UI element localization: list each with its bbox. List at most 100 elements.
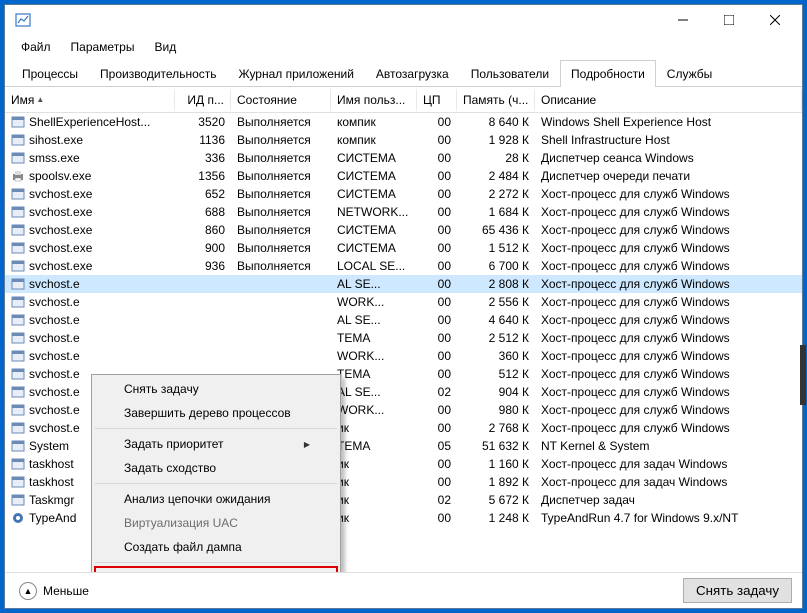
process-desc: Хост-процесс для служб Windows: [535, 186, 802, 202]
process-name: smss.exe: [29, 151, 80, 165]
process-cpu: 00: [417, 258, 457, 274]
process-mem: 65 436 К: [457, 222, 535, 238]
process-name: System: [29, 439, 69, 453]
table-row[interactable]: spoolsv.exe1356ВыполняетсяСИСТЕМА002 484…: [5, 167, 802, 185]
process-user: WORK...: [331, 402, 417, 418]
process-name: svchost.exe: [29, 205, 92, 219]
tab-startup[interactable]: Автозагрузка: [365, 60, 460, 87]
process-mem: 4 640 К: [457, 312, 535, 328]
process-icon: [11, 331, 25, 345]
table-row[interactable]: svchost.exe652ВыполняетсяСИСТЕМА002 272 …: [5, 185, 802, 203]
menu-file[interactable]: Файл: [13, 37, 59, 57]
maximize-button[interactable]: [706, 5, 752, 35]
process-desc: Хост-процесс для служб Windows: [535, 402, 802, 418]
cm-create-dump[interactable]: Создать файл дампа: [94, 535, 338, 559]
process-icon: [11, 223, 25, 237]
process-state: Выполняется: [231, 150, 331, 166]
process-icon: [11, 475, 25, 489]
process-pid: 1356: [175, 168, 231, 184]
process-desc: Windows Shell Experience Host: [535, 114, 802, 130]
menu-options[interactable]: Параметры: [63, 37, 143, 57]
process-desc: Shell Infrastructure Host: [535, 132, 802, 148]
task-manager-window: Файл Параметры Вид Процессы Производител…: [4, 4, 803, 609]
cm-end-task[interactable]: Снять задачу: [94, 377, 338, 401]
process-mem: 2 272 К: [457, 186, 535, 202]
table-row[interactable]: svchost.exe860ВыполняетсяСИСТЕМА0065 436…: [5, 221, 802, 239]
process-cpu: 00: [417, 276, 457, 292]
tab-app-history[interactable]: Журнал приложений: [228, 60, 365, 87]
col-cpu[interactable]: ЦП: [417, 89, 457, 111]
process-icon: [11, 439, 25, 453]
col-name[interactable]: Имя▲: [5, 89, 175, 111]
col-mem[interactable]: Память (ч...: [457, 89, 535, 111]
process-user: AL SE...: [331, 276, 417, 292]
end-task-button[interactable]: Снять задачу: [683, 578, 792, 603]
process-user: NETWORK...: [331, 204, 417, 220]
table-row[interactable]: sihost.exe1136Выполняетсякомпик001 928 К…: [5, 131, 802, 149]
process-cpu: 00: [417, 204, 457, 220]
process-user: WORK...: [331, 294, 417, 310]
process-user: СИСТЕМА: [331, 240, 417, 256]
tab-details[interactable]: Подробности: [560, 60, 656, 87]
fewer-details-button[interactable]: ▲ Меньше: [15, 578, 93, 604]
col-pid[interactable]: ИД п...: [175, 89, 231, 111]
table-row[interactable]: svchost.eWORK...002 556 КХост-процесс дл…: [5, 293, 802, 311]
table-row[interactable]: svchost.exe936ВыполняетсяLOCAL SE...006 …: [5, 257, 802, 275]
process-user: AL SE...: [331, 312, 417, 328]
table-row[interactable]: svchost.exe688ВыполняетсяNETWORK...001 6…: [5, 203, 802, 221]
table-row[interactable]: svchost.eWORK...00360 КХост-процесс для …: [5, 347, 802, 365]
process-state: [231, 319, 331, 321]
process-mem: 51 632 К: [457, 438, 535, 454]
process-pid: 936: [175, 258, 231, 274]
cm-analyze-wait[interactable]: Анализ цепочки ожидания: [94, 487, 338, 511]
process-desc: Диспетчер сеанса Windows: [535, 150, 802, 166]
table-row[interactable]: svchost.exe900ВыполняетсяСИСТЕМА001 512 …: [5, 239, 802, 257]
process-pid: 3520: [175, 114, 231, 130]
process-name: svchost.e: [29, 385, 80, 399]
minimize-button[interactable]: [660, 5, 706, 35]
tab-services[interactable]: Службы: [656, 60, 723, 87]
process-desc: Хост-процесс для служб Windows: [535, 366, 802, 382]
process-name: svchost.exe: [29, 187, 92, 201]
tab-users[interactable]: Пользователи: [460, 60, 560, 87]
cm-end-tree[interactable]: Завершить дерево процессов: [94, 401, 338, 425]
process-pid: 900: [175, 240, 231, 256]
col-desc[interactable]: Описание: [535, 89, 802, 111]
footer: ▲ Меньше Снять задачу: [5, 572, 802, 608]
process-name: svchost.e: [29, 367, 80, 381]
process-cpu: 00: [417, 132, 457, 148]
menu-view[interactable]: Вид: [146, 37, 184, 57]
process-desc: Хост-процесс для служб Windows: [535, 258, 802, 274]
process-pid: [175, 355, 231, 357]
process-name: ShellExperienceHost...: [29, 115, 150, 129]
col-state[interactable]: Состояние: [231, 89, 331, 111]
process-desc: Хост-процесс для задач Windows: [535, 474, 802, 490]
process-cpu: 00: [417, 330, 457, 346]
table-row[interactable]: svchost.eAL SE...004 640 КХост-процесс д…: [5, 311, 802, 329]
tab-processes[interactable]: Процессы: [11, 60, 89, 87]
cm-open-file-location[interactable]: Открыть расположение файла: [94, 566, 338, 572]
cm-affinity[interactable]: Задать сходство: [94, 456, 338, 480]
process-mem: 1 892 К: [457, 474, 535, 490]
process-cpu: 00: [417, 312, 457, 328]
process-user: WORK...: [331, 348, 417, 364]
process-mem: 1 684 К: [457, 204, 535, 220]
tab-performance[interactable]: Производительность: [89, 60, 227, 87]
process-name: svchost.exe: [29, 241, 92, 255]
col-user[interactable]: Имя польз...: [331, 89, 417, 111]
table-row[interactable]: svchost.eTEMA002 512 КХост-процесс для с…: [5, 329, 802, 347]
process-cpu: 00: [417, 168, 457, 184]
table-row[interactable]: ShellExperienceHost...3520Выполняетсяком…: [5, 113, 802, 131]
process-user: TEMA: [331, 438, 417, 454]
cm-priority[interactable]: Задать приоритет: [94, 432, 338, 456]
table-row[interactable]: smss.exe336ВыполняетсяСИСТЕМА0028 КДиспе…: [5, 149, 802, 167]
process-icon: [11, 493, 25, 507]
app-icon: [15, 12, 31, 28]
process-state: [231, 301, 331, 303]
process-user: СИСТЕМА: [331, 222, 417, 238]
process-icon: [11, 421, 25, 435]
process-desc: Хост-процесс для служб Windows: [535, 348, 802, 364]
process-name: svchost.e: [29, 421, 80, 435]
table-row[interactable]: svchost.eAL SE...002 808 КХост-процесс д…: [5, 275, 802, 293]
close-button[interactable]: [752, 5, 798, 35]
